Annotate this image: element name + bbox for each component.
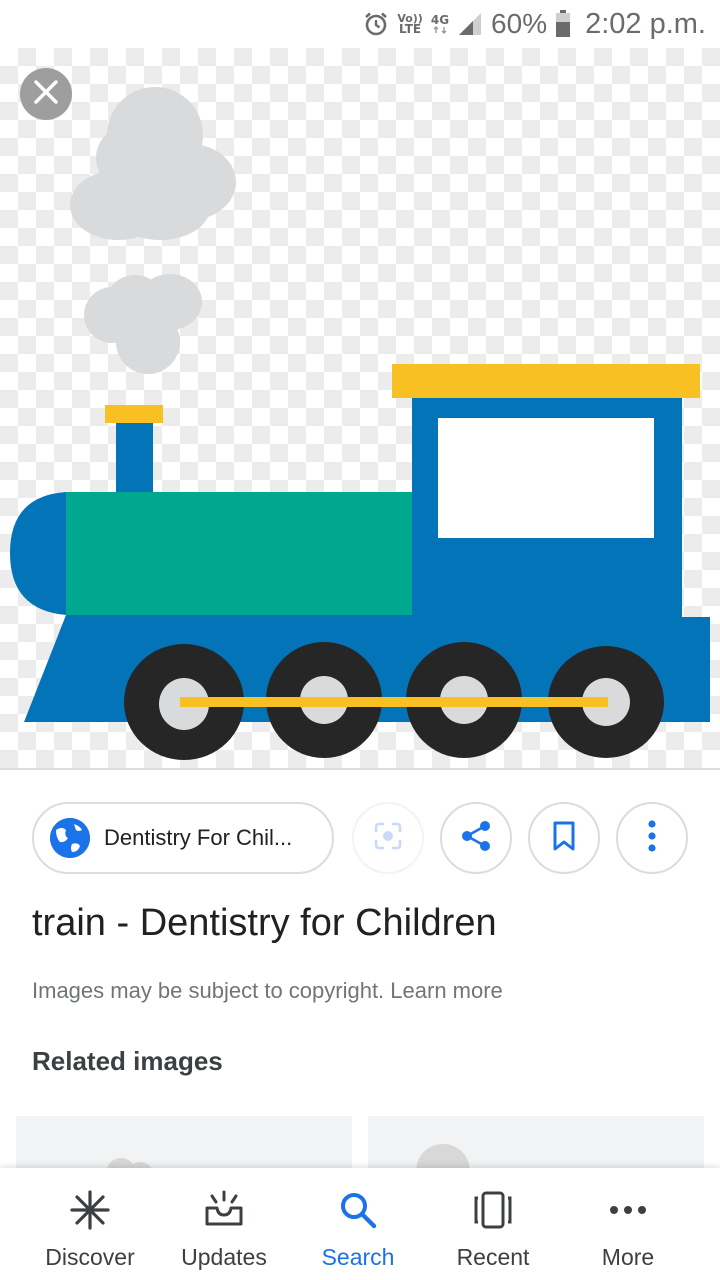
source-chip[interactable]: Dentistry For Chil... <box>32 802 334 874</box>
bookmark-icon <box>550 820 578 857</box>
share-button[interactable] <box>440 802 512 874</box>
related-images-heading: Related images <box>32 1046 223 1076</box>
image-title: train - Dentistry for Children <box>32 902 497 944</box>
close-icon <box>33 79 59 110</box>
clock: 2:02 p.m. <box>585 7 706 40</box>
volte-icon: Vo)) LTE <box>397 12 423 36</box>
copyright-notice[interactable]: Images may be subject to copyright. Lear… <box>32 978 503 1004</box>
recent-icon <box>471 1188 515 1232</box>
smoke-clouds <box>70 87 236 374</box>
train-illustration <box>10 87 710 760</box>
source-label: Dentistry For Chil... <box>104 825 293 850</box>
save-button[interactable] <box>528 802 600 874</box>
status-icons: Vo)) LTE 4G 60% 2:02 p.m. <box>363 6 706 42</box>
signal-icon <box>457 11 483 37</box>
status-bar: Vo)) LTE 4G 60% 2:02 p.m. <box>0 0 720 48</box>
related-image-thumbnail[interactable] <box>16 1116 352 1176</box>
more-options-button[interactable] <box>616 802 688 874</box>
4g-icon: 4G <box>431 14 449 34</box>
lens-button[interactable] <box>352 802 424 874</box>
nav-more[interactable]: More <box>568 1168 688 1280</box>
more-vert-icon <box>647 819 657 858</box>
more-horiz-icon <box>606 1188 650 1232</box>
globe-icon <box>50 818 90 858</box>
battery-percent: 60% <box>491 8 548 39</box>
close-button[interactable] <box>20 68 72 120</box>
battery-icon <box>555 10 571 38</box>
nav-recent[interactable]: Recent <box>433 1168 553 1280</box>
updates-icon <box>202 1188 246 1232</box>
action-row: Dentistry For Chil... <box>32 802 692 874</box>
alarm-icon <box>363 11 389 37</box>
viewer-divider <box>0 768 720 770</box>
related-image-thumbnail[interactable] <box>368 1116 704 1176</box>
nav-search[interactable]: Search <box>298 1168 418 1280</box>
search-icon <box>336 1188 380 1232</box>
share-icon <box>459 819 493 858</box>
nav-discover[interactable]: Discover <box>30 1168 150 1280</box>
nav-updates[interactable]: Updates <box>164 1168 284 1280</box>
lens-icon <box>372 820 404 857</box>
bottom-navigation: Discover Updates Search Recent More <box>0 1168 720 1280</box>
image-viewer[interactable] <box>0 48 720 768</box>
asterisk-icon <box>68 1188 112 1232</box>
